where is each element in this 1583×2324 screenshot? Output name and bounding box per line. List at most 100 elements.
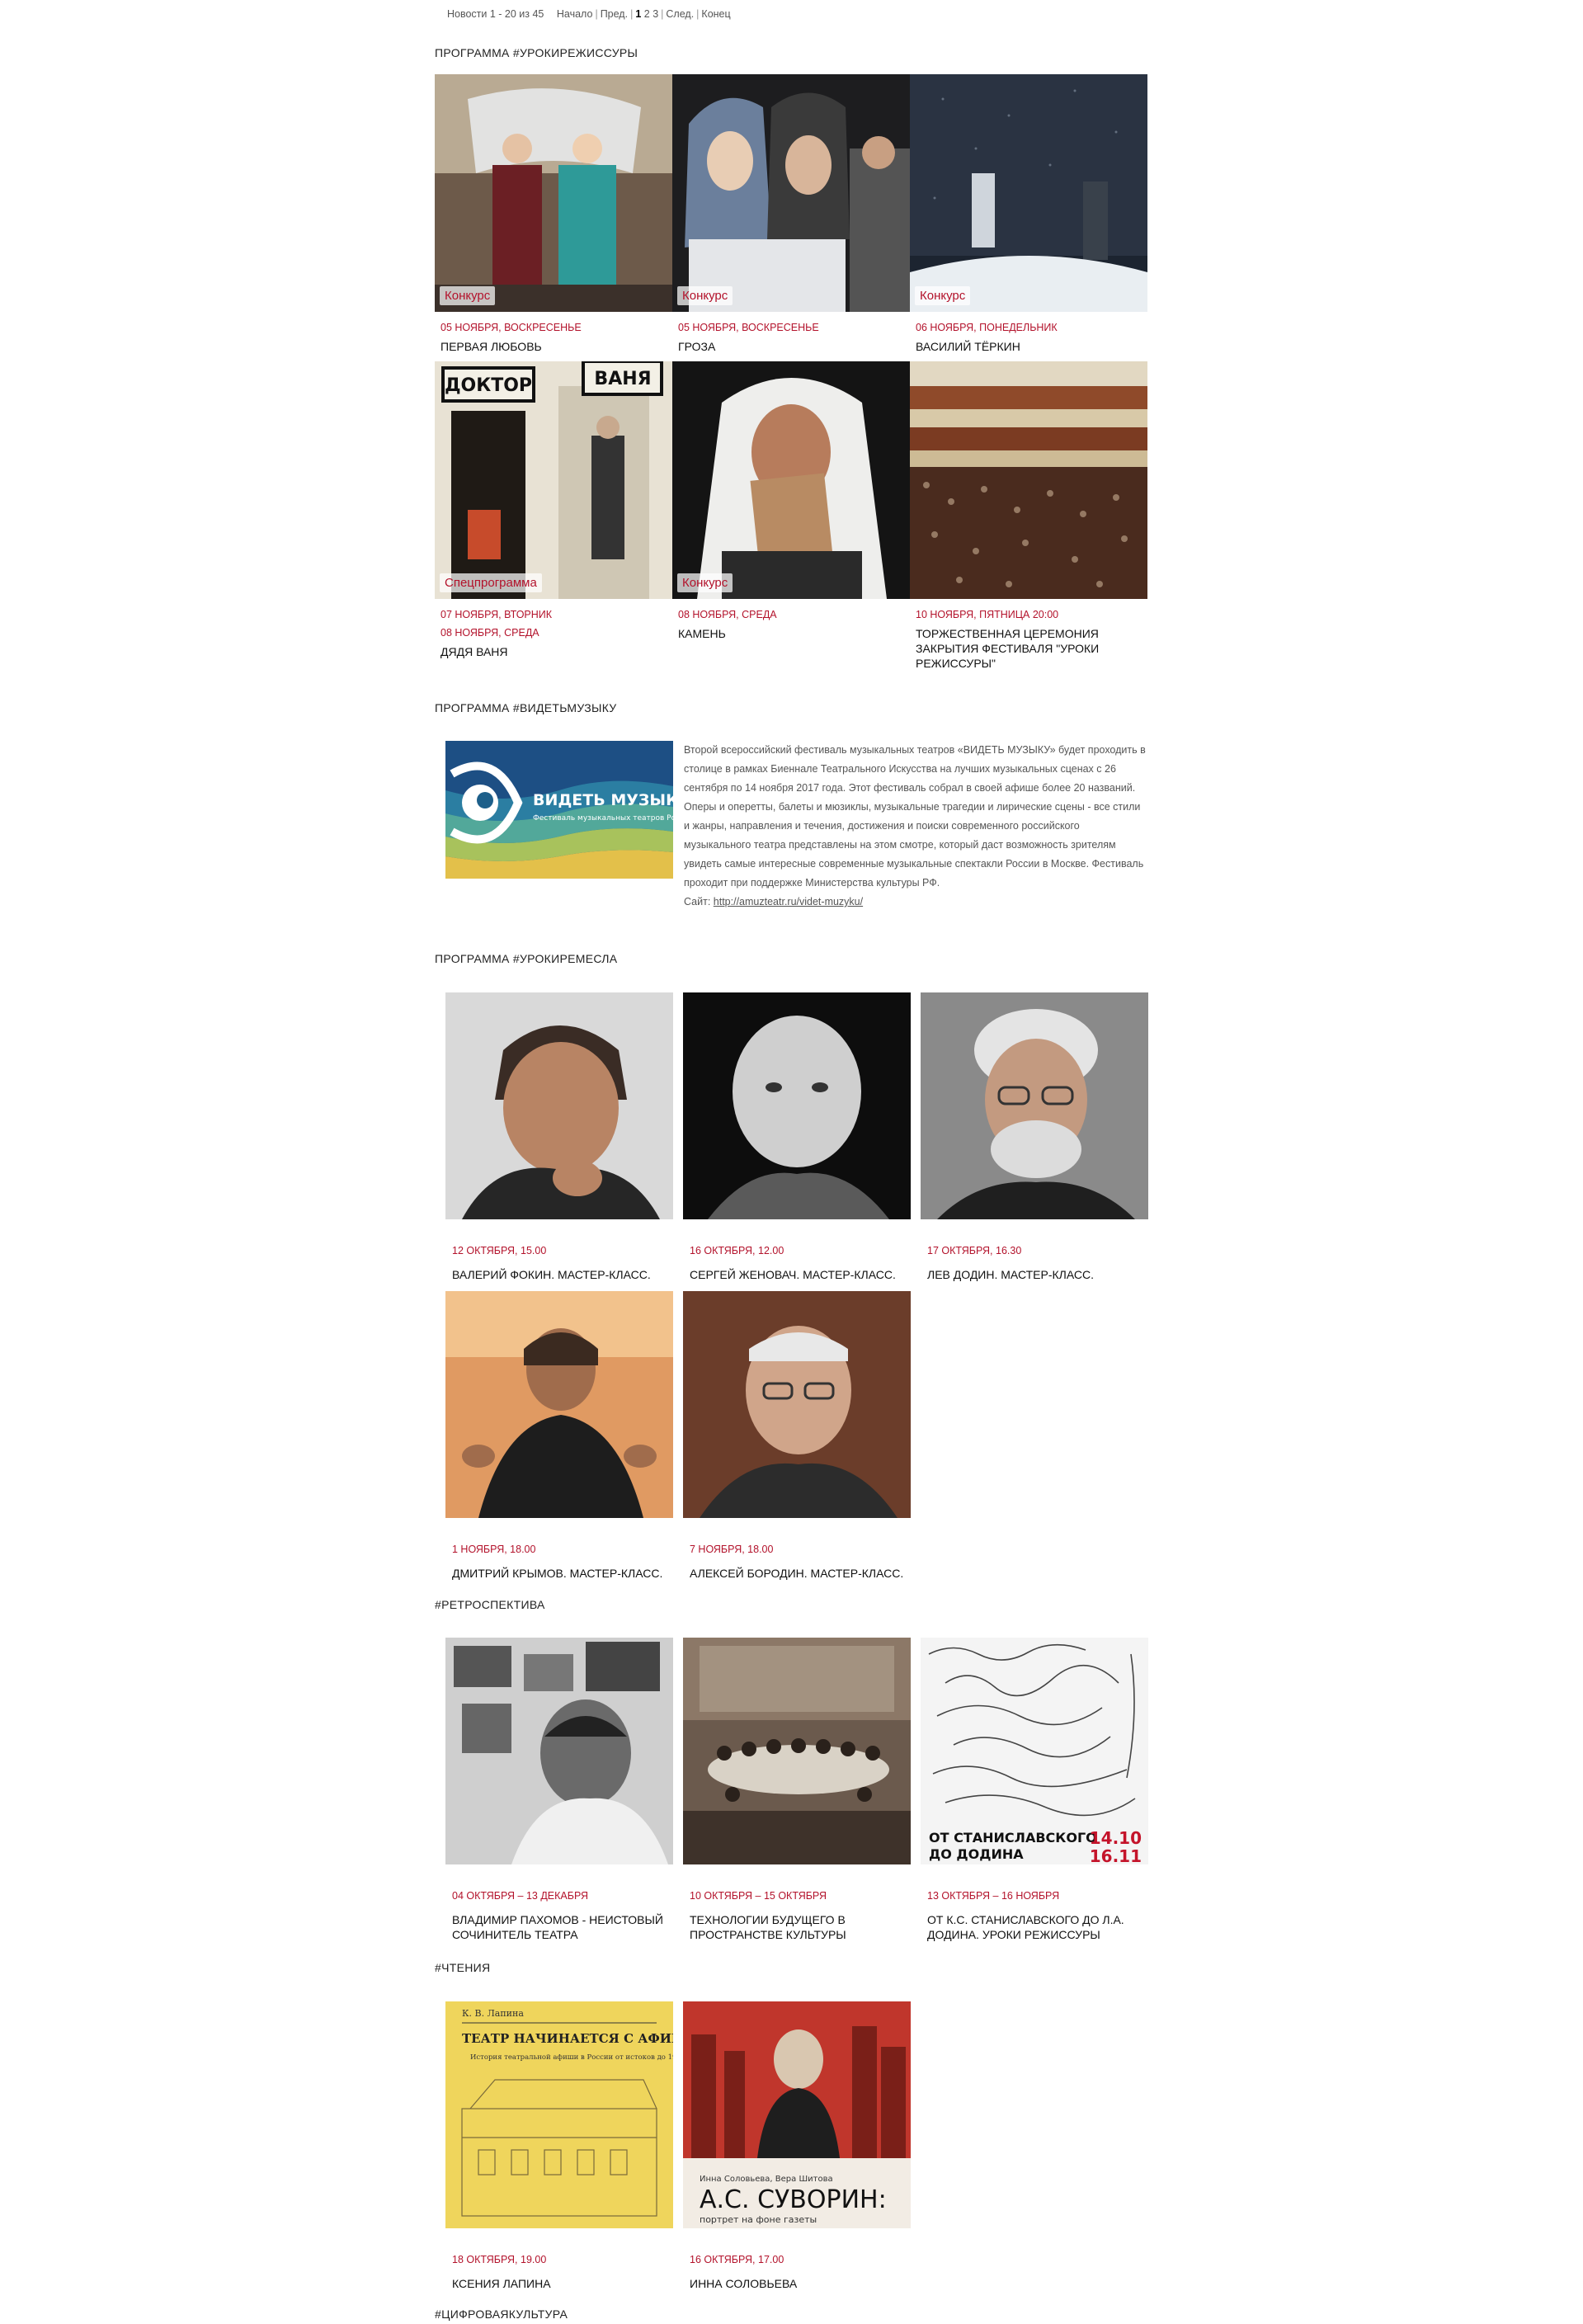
- retro-image[interactable]: [445, 1638, 673, 1864]
- masterclass-date: 7 ноября, 18.00: [690, 1544, 774, 1555]
- event-image[interactable]: Конкурс: [672, 361, 910, 599]
- section-title-videt-muzyku: ПРОГРАММА #ВИДЕТЬМУЗЫКУ: [435, 701, 617, 714]
- event-title[interactable]: Гроза: [678, 339, 904, 354]
- reading-card[interactable]: Инна Соловьева, Вера Шитова А.С. СУВОРИН…: [683, 2001, 911, 2291]
- retro-poster[interactable]: ОТ СТАНИСЛАВСКОГО ДО ДОДИНА 14.10 16.11: [921, 1638, 1148, 1864]
- event-title[interactable]: Первая любовь: [441, 339, 667, 354]
- pager-summary: Новости 1 - 20 из 45: [447, 8, 544, 20]
- event-title[interactable]: Дядя Ваня: [441, 644, 667, 659]
- person-photo[interactable]: [445, 1291, 673, 1518]
- pagination: Новости 1 - 20 из 45 Начало | Пред. | 1 2 3 |…: [447, 8, 731, 20]
- music-description-text: Второй всероссийский фестиваль музыкальн…: [684, 744, 1146, 889]
- retro-card[interactable]: ОТ СТАНИСЛАВСКОГО ДО ДОДИНА 14.10 16.11 …: [921, 1638, 1148, 1942]
- book-title: ТЕАТР НАЧИНАЕТСЯ С АФИШИ: [462, 2031, 673, 2046]
- masterclass-title[interactable]: Алексей Бородин. Мастер-класс.: [690, 1566, 904, 1581]
- book-subtitle: портрет на фоне газеты: [700, 2214, 817, 2225]
- person-photo[interactable]: [683, 992, 911, 1219]
- pager-page-2[interactable]: 2: [644, 8, 650, 20]
- retro-title[interactable]: Технологии будущего в пространстве культ…: [690, 1912, 904, 1942]
- event-card[interactable]: 10 ноября, пятница 20:00 Торжественная ц…: [910, 361, 1147, 671]
- pager-page-1: 1: [635, 8, 642, 20]
- reading-title[interactable]: Инна Соловьева: [690, 2276, 904, 2291]
- event-date: 10 ноября, пятница 20:00: [916, 609, 1059, 620]
- event-image[interactable]: [910, 361, 1147, 599]
- book-author: Инна Соловьева, Вера Шитова: [700, 2175, 833, 2184]
- music-site-link[interactable]: http://amuzteatr.ru/videt-muzyku/: [714, 896, 863, 907]
- event-image[interactable]: Конкурс: [672, 74, 910, 312]
- pager-last-link[interactable]: Конец: [701, 8, 730, 20]
- book-author: К. В. Лапина: [462, 2008, 524, 2019]
- masterclass-card[interactable]: 17 октября, 16.30 Лев Додин. Мастер-клас…: [921, 992, 1148, 1282]
- masterclass-date: 12 октября, 15.00: [452, 1245, 547, 1256]
- music-logo-title: ВИДЕТЬ МУЗЫКУ: [533, 791, 673, 809]
- masterclass-title[interactable]: Валерий Фокин. Мастер-класс.: [452, 1267, 667, 1282]
- masterclass-title[interactable]: Сергей Женовач. Мастер-класс.: [690, 1267, 904, 1282]
- masterclass-title[interactable]: Дмитрий Крымов. Мастер-класс.: [452, 1566, 667, 1581]
- event-card[interactable]: Конкурс 06 ноября, понедельник Василий Т…: [910, 74, 1147, 354]
- poster-line-1: ОТ СТАНИСЛАВСКОГО: [929, 1830, 1097, 1846]
- event-image[interactable]: Конкурс: [435, 74, 672, 312]
- retro-image[interactable]: [683, 1638, 911, 1864]
- music-logo-subtitle: Фестиваль музыкальных театров России: [533, 814, 673, 823]
- masterclass-card[interactable]: 1 ноября, 18.00 Дмитрий Крымов. Мастер-к…: [445, 1291, 673, 1581]
- book-cover[interactable]: К. В. Лапина ТЕАТР НАЧИНАЕТСЯ С АФИШИ Ис…: [445, 2001, 673, 2228]
- pager-first-link[interactable]: Начало: [557, 8, 593, 20]
- event-image[interactable]: Конкурс: [910, 74, 1147, 312]
- person-photo[interactable]: [445, 992, 673, 1219]
- book-cover[interactable]: Инна Соловьева, Вера Шитова А.С. СУВОРИН…: [683, 2001, 911, 2228]
- reading-date: 16 октября, 17.00: [690, 2254, 784, 2265]
- event-badge: Конкурс: [915, 286, 971, 305]
- pager-next-link[interactable]: След.: [666, 8, 694, 20]
- event-title[interactable]: Камень: [678, 626, 904, 641]
- event-card[interactable]: Конкурс 05 ноября, воскресенье Гроза: [672, 74, 910, 354]
- event-date: 05 ноября, воскресенье: [678, 322, 819, 333]
- event-badge: Конкурс: [440, 286, 496, 305]
- section-title-uroki-remesla: ПРОГРАММА #УРОКИРЕМЕСЛА: [435, 952, 618, 965]
- svg-text:ВАНЯ: ВАНЯ: [594, 369, 651, 389]
- event-date: 05 ноября, воскресенье: [441, 322, 582, 333]
- masterclass-title[interactable]: Лев Додин. Мастер-класс.: [927, 1267, 1142, 1282]
- event-card[interactable]: Конкурс 08 ноября, среда Камень: [672, 361, 910, 641]
- event-card[interactable]: Конкурс 05 ноября, воскресенье Первая лю…: [435, 74, 672, 354]
- retro-title[interactable]: Владимир Пахомов - неистовый сочинитель …: [452, 1912, 667, 1942]
- masterclass-date: 1 ноября, 18.00: [452, 1544, 536, 1555]
- section-title-retrospektiva: #РЕТРОСПЕКТИВА: [435, 1598, 545, 1611]
- music-site-line: Сайт: http://amuzteatr.ru/videt-muzyku/: [684, 893, 1146, 912]
- person-photo[interactable]: [683, 1291, 911, 1518]
- event-title[interactable]: Торжественная церемония закрытия фестива…: [916, 626, 1142, 671]
- poster-date-2: 16.11: [1090, 1846, 1142, 1864]
- section-title-uroki-rezhissury: ПРОГРАММА #УРОКИРЕЖИССУРЫ: [435, 46, 638, 59]
- event-badge: Конкурс: [677, 286, 733, 305]
- pager-prev-link[interactable]: Пред.: [601, 8, 628, 20]
- retro-date: 10 октября – 15 октября: [690, 1890, 827, 1902]
- event-date: 07 ноября, вторник: [441, 609, 553, 620]
- reading-title[interactable]: Ксения Лапина: [452, 2276, 667, 2291]
- event-badge: Спецпрограмма: [440, 573, 542, 592]
- event-date: 06 ноября, понедельник: [916, 322, 1058, 333]
- pager-page-3[interactable]: 3: [653, 8, 658, 20]
- person-photo[interactable]: [921, 992, 1148, 1219]
- book-subtitle: История театральной афиши в России от ис…: [470, 2053, 673, 2062]
- event-date-second: 08 ноября, среда: [441, 627, 539, 639]
- music-festival-logo[interactable]: ВИДЕТЬ МУЗЫКУ Фестиваль музыкальных теат…: [445, 741, 673, 879]
- retro-date: 13 октября – 16 ноября: [927, 1890, 1060, 1902]
- masterclass-card[interactable]: 7 ноября, 18.00 Алексей Бородин. Мастер-…: [683, 1291, 911, 1581]
- retro-title[interactable]: От К.С. Станиславского до Л.А. Додина. У…: [927, 1912, 1142, 1942]
- masterclass-date: 16 октября, 12.00: [690, 1245, 784, 1256]
- retro-card[interactable]: 10 октября – 15 октября Технологии будущ…: [683, 1638, 911, 1942]
- event-title[interactable]: Василий Тёркин: [916, 339, 1142, 354]
- event-badge: Конкурс: [677, 573, 733, 592]
- masterclass-card[interactable]: 12 октября, 15.00 Валерий Фокин. Мастер-…: [445, 992, 673, 1282]
- event-card[interactable]: ДОКТОР ВАНЯ Спецпрограмма 07 ноября, вто…: [435, 361, 672, 659]
- reading-card[interactable]: К. В. Лапина ТЕАТР НАЧИНАЕТСЯ С АФИШИ Ис…: [445, 2001, 673, 2291]
- masterclass-card[interactable]: 16 октября, 12.00 Сергей Женовач. Мастер…: [683, 992, 911, 1282]
- poster-date-1: 14.10: [1090, 1828, 1142, 1848]
- retro-date: 04 октября – 13 декабря: [452, 1890, 589, 1902]
- music-festival-description: Второй всероссийский фестиваль музыкальн…: [684, 741, 1146, 912]
- section-title-chteniya: #ЧТЕНИЯ: [435, 1961, 491, 1974]
- event-date: 08 ноября, среда: [678, 609, 777, 620]
- retro-card[interactable]: 04 октября – 13 декабря Владимир Пахомов…: [445, 1638, 673, 1942]
- svg-text:ДОКТОР: ДОКТОР: [445, 375, 532, 396]
- music-site-label: Сайт:: [684, 896, 714, 907]
- event-image[interactable]: ДОКТОР ВАНЯ Спецпрограмма: [435, 361, 672, 599]
